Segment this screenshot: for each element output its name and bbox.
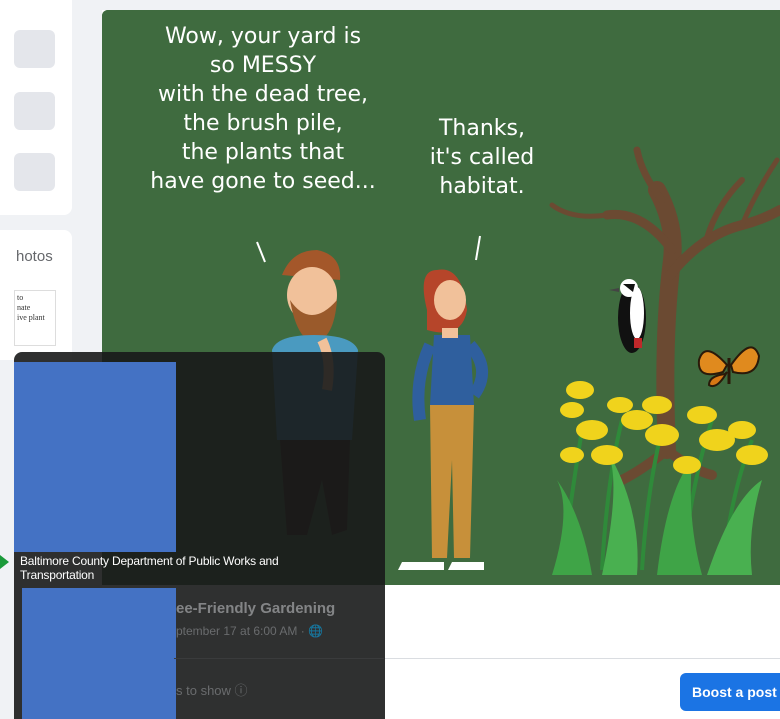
thumbnail-text: to nate ive plant [17,293,45,322]
post-timestamp[interactable]: ptember 17 at 6:00 AM · 🌐 [176,624,323,638]
globe-icon: 🌐 [308,624,324,638]
photo-thumbnail[interactable]: to nate ive plant [14,290,56,346]
empty-state-label: s to show [176,683,231,698]
redacted-avatar [14,362,176,552]
info-icon: ⓘ [234,683,248,698]
skeleton-placeholder [14,153,55,191]
page-name[interactable]: Baltimore County Department of Public Wo… [20,554,350,582]
post-page-title[interactable]: ee-Friendly Gardening [176,600,335,617]
divider [174,658,384,659]
skeleton-placeholder [14,30,55,68]
redacted-image [22,588,176,719]
empty-state-text: s to show ⓘ [176,680,248,699]
shortcuts-card [0,0,72,215]
pointer-arrow-icon [0,555,9,569]
boost-post-button[interactable]: Boost a post [680,673,780,711]
profile-hover-card: Baltimore County Department of Public Wo… [14,352,385,719]
speech-bubble-left: Wow, your yard is so MESSY with the dead… [150,24,376,194]
photos-heading[interactable]: hotos [16,248,53,265]
skeleton-placeholder [14,92,55,130]
speech-bubble-right: Thanks, it's called habitat. [429,116,535,199]
timestamp-text: ptember 17 at 6:00 AM · [176,624,309,638]
